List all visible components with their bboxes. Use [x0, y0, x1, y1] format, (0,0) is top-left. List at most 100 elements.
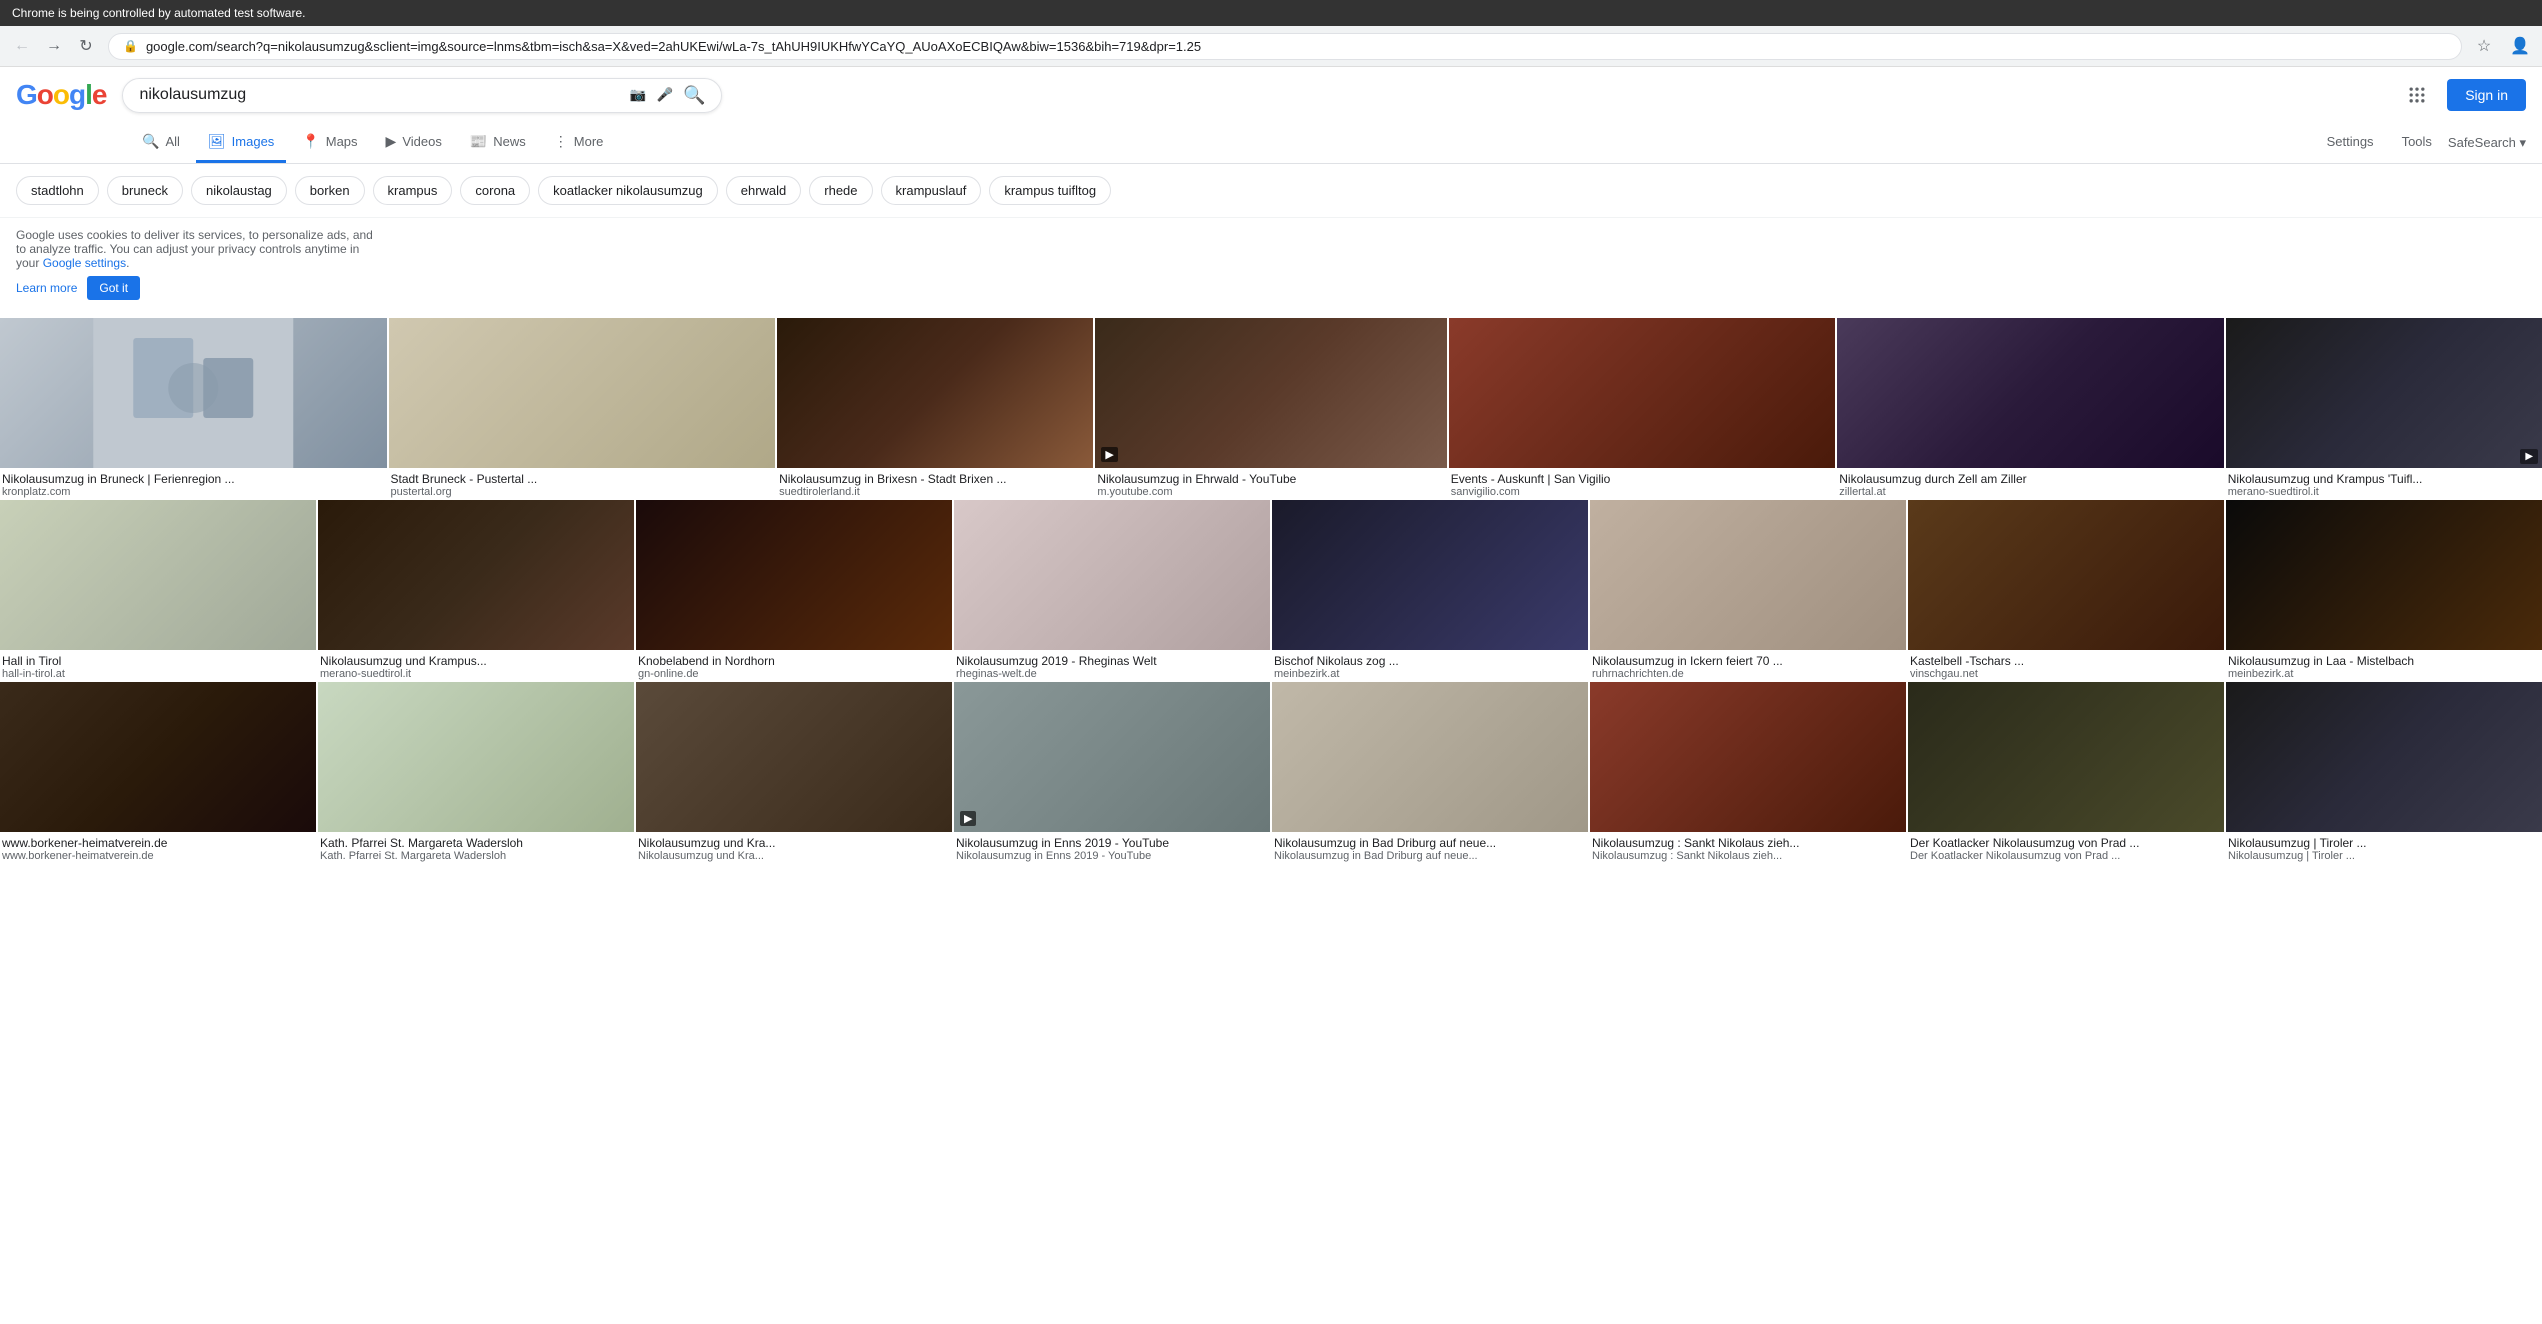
profile-button[interactable]: 👤 — [2506, 32, 2534, 60]
learn-more-link[interactable]: Learn more — [16, 281, 77, 295]
related-chip-krampus[interactable]: krampus — [373, 176, 453, 205]
search-icon: 🔍 — [683, 85, 705, 106]
image-item[interactable]: Nikolausumzug | Tiroler ... Nikolausumzu… — [2226, 682, 2542, 862]
cookie-notice: Google uses cookies to deliver its servi… — [0, 218, 400, 310]
lock-icon: 🔒 — [123, 39, 138, 53]
google-settings-link[interactable]: Google settings — [43, 256, 126, 270]
tab-images[interactable]: 🖼 Images — [196, 123, 286, 163]
voice-search-button[interactable]: 🎤 — [656, 87, 673, 103]
search-input[interactable] — [139, 86, 619, 104]
got-it-button[interactable]: Got it — [87, 276, 140, 300]
image-source: Nikolausumzug | Tiroler ... — [2228, 850, 2540, 862]
forward-button[interactable]: → — [40, 32, 68, 60]
back-button[interactable]: ← — [8, 32, 36, 60]
image-item[interactable]: Bischof Nikolaus zog ... meinbezirk.at — [1272, 500, 1588, 680]
related-chip-stadtlohn[interactable]: stadtlohn — [16, 176, 99, 205]
image-title: Events - Auskunft | San Vigilio — [1451, 472, 1834, 486]
video-badge: ▶ — [960, 811, 976, 826]
image-item[interactable]: Nikolausumzug in Laa - Mistelbach meinbe… — [2226, 500, 2542, 680]
tab-all-label: All — [165, 134, 179, 149]
address-bar[interactable]: 🔒 google.com/search?q=nikolausumzug&scli… — [108, 33, 2462, 60]
related-chip-krampuslauf[interactable]: krampuslauf — [881, 176, 982, 205]
logo-o2: o — [53, 79, 69, 110]
image-item[interactable]: Nikolausumzug und Kra... Nikolausumzug u… — [636, 682, 952, 862]
image-title: Nikolausumzug : Sankt Nikolaus zieh... — [1592, 836, 1904, 850]
tab-videos[interactable]: ▶ Videos — [374, 123, 454, 163]
image-title: Nikolausumzug 2019 - Rheginas Welt — [956, 654, 1268, 668]
play-icon: ▶ — [964, 812, 972, 825]
image-title: Kath. Pfarrei St. Margareta Wadersloh — [320, 836, 632, 850]
image-source: Nikolausumzug : Sankt Nikolaus zieh... — [1592, 850, 1904, 862]
image-source: ruhrnachrichten.de — [1592, 668, 1904, 680]
image-source: kronplatz.com — [2, 486, 385, 498]
related-chip-borken[interactable]: borken — [295, 176, 365, 205]
safe-search[interactable]: SafeSearch ▾ — [2448, 135, 2526, 151]
sign-in-button[interactable]: Sign in — [2447, 79, 2526, 111]
tab-all[interactable]: 🔍 All — [130, 123, 192, 163]
image-item[interactable]: Kath. Pfarrei St. Margareta Wadersloh Ka… — [318, 682, 634, 862]
bookmark-button[interactable]: ☆ — [2470, 32, 2498, 60]
image-title: Nikolausumzug in Ehrwald - YouTube — [1097, 472, 1444, 486]
related-searches: stadtlohn bruneck nikolaustag borken kra… — [0, 164, 2542, 218]
nav-tools: Settings Tools — [2315, 124, 2444, 162]
image-title: Nikolausumzug in Laa - Mistelbach — [2228, 654, 2540, 668]
image-item[interactable]: Nikolausumzug : Sankt Nikolaus zieh... N… — [1590, 682, 1906, 862]
related-chip-ehrwald[interactable]: ehrwald — [726, 176, 802, 205]
image-item[interactable]: Nikolausumzug in Bruneck | Ferienregion … — [0, 318, 387, 498]
related-chip-nikolaustag[interactable]: nikolaustag — [191, 176, 287, 205]
image-title: Nikolausumzug durch Zell am Ziller — [1839, 472, 2222, 486]
image-item[interactable]: Stadt Bruneck - Pustertal ... pustertal.… — [389, 318, 776, 498]
image-title: Nikolausumzug | Tiroler ... — [2228, 836, 2540, 850]
camera-search-button[interactable]: 📷 — [630, 87, 647, 103]
tools-link[interactable]: Tools — [2390, 124, 2444, 162]
image-title: Nikolausumzug und Krampus 'Tuifl... — [2228, 472, 2540, 486]
search-bar[interactable]: 📷 🎤 🔍 — [122, 78, 722, 113]
related-chip-koatlacker[interactable]: koatlacker nikolausumzug — [538, 176, 718, 205]
search-submit-button[interactable]: 🔍 — [683, 85, 705, 106]
refresh-button[interactable]: ↻ — [72, 32, 100, 60]
logo-g2: g — [69, 79, 85, 110]
logo-e: e — [92, 79, 107, 110]
image-source: Der Koatlacker Nikolausumzug von Prad ..… — [1910, 850, 2222, 862]
image-item[interactable]: Events - Auskunft | San Vigilio sanvigil… — [1449, 318, 1836, 498]
settings-link[interactable]: Settings — [2315, 124, 2386, 162]
maps-icon: 📍 — [302, 133, 319, 150]
images-icon: 🖼 — [208, 133, 226, 150]
image-item[interactable]: Kastelbell -Tschars ... vinschgau.net — [1908, 500, 2224, 680]
image-source: meinbezirk.at — [2228, 668, 2540, 680]
image-item[interactable]: www.borkener-heimatverein.de www.borkene… — [0, 682, 316, 862]
image-item[interactable]: ▶ Nikolausumzug in Enns 2019 - YouTube N… — [954, 682, 1270, 862]
image-source: pustertal.org — [391, 486, 774, 498]
tab-videos-label: Videos — [402, 134, 442, 149]
related-chip-corona[interactable]: corona — [460, 176, 530, 205]
tab-news[interactable]: 📰 News — [458, 123, 538, 163]
apps-button[interactable] — [2399, 77, 2435, 113]
tab-maps[interactable]: 📍 Maps — [290, 123, 369, 163]
image-source: Kath. Pfarrei St. Margareta Wadersloh — [320, 850, 632, 862]
image-source: gn-online.de — [638, 668, 950, 680]
tab-more[interactable]: ⋮ More — [542, 123, 616, 163]
image-item[interactable]: Nikolausumzug in Brixesn - Stadt Brixen … — [777, 318, 1093, 498]
image-source: www.borkener-heimatverein.de — [2, 850, 314, 862]
image-item[interactable]: Nikolausumzug in Ickern feiert 70 ... ru… — [1590, 500, 1906, 680]
image-title: Knobelabend in Nordhorn — [638, 654, 950, 668]
image-item[interactable]: Der Koatlacker Nikolausumzug von Prad ..… — [1908, 682, 2224, 862]
tab-news-label: News — [493, 134, 526, 149]
related-chip-krampus-tuifltog[interactable]: krampus tuifltog — [989, 176, 1111, 205]
image-item[interactable]: ▶ Nikolausumzug in Ehrwald - YouTube m.y… — [1095, 318, 1446, 498]
nav-buttons: ← → ↻ — [8, 32, 100, 60]
image-item[interactable]: Nikolausumzug durch Zell am Ziller zille… — [1837, 318, 2224, 498]
image-item[interactable]: Hall in Tirol hall-in-tirol.at — [0, 500, 316, 680]
image-item[interactable]: Nikolausumzug und Krampus... merano-sued… — [318, 500, 634, 680]
related-chip-rhede[interactable]: rhede — [809, 176, 872, 205]
image-item[interactable]: Knobelabend in Nordhorn gn-online.de — [636, 500, 952, 680]
logo-o1: o — [37, 79, 53, 110]
image-item[interactable]: ▶ Nikolausumzug und Krampus 'Tuifl... me… — [2226, 318, 2542, 498]
search-icons: 📷 🎤 🔍 — [630, 85, 706, 106]
image-row-2: Hall in Tirol hall-in-tirol.at Nikolausu… — [0, 500, 2542, 680]
camera-icon: 📷 — [630, 87, 647, 103]
nav-tabs: 🔍 All 🖼 Images 📍 Maps ▶ Videos 📰 News ⋮ … — [0, 123, 2542, 164]
related-chip-bruneck[interactable]: bruneck — [107, 176, 183, 205]
image-item[interactable]: Nikolausumzug 2019 - Rheginas Welt rhegi… — [954, 500, 1270, 680]
image-item[interactable]: Nikolausumzug in Bad Driburg auf neue...… — [1272, 682, 1588, 862]
